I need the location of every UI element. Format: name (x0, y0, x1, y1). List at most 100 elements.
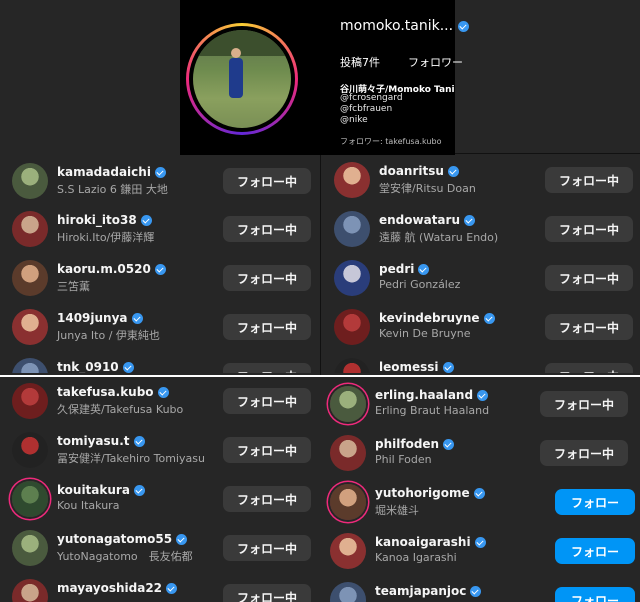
following-button[interactable]: フォロー中 (540, 391, 628, 417)
username[interactable]: mayayoshida22 (57, 581, 178, 595)
follow-button[interactable]: フォロー (555, 538, 635, 564)
list-item[interactable]: philfoden Phil Foden フォロー中 (318, 429, 640, 478)
list-item[interactable]: doanritsu 堂安律/Ritsu Doan フォロー中 (322, 156, 640, 205)
list-item[interactable]: kouitakura Kou Itakura フォロー中 (0, 475, 320, 524)
following-button[interactable]: フォロー中 (223, 584, 311, 602)
avatar[interactable] (12, 211, 48, 247)
avatar[interactable] (334, 211, 370, 247)
avatar[interactable] (334, 309, 370, 345)
avatar[interactable] (12, 163, 48, 199)
list-item[interactable]: pedri Pedri González フォロー中 (322, 254, 640, 303)
list-item[interactable]: erling.haaland Erling Braut Haaland フォロー中 (318, 380, 640, 429)
following-list-bottom-right: erling.haaland Erling Braut Haaland フォロー中 p… (318, 377, 640, 602)
following-button[interactable]: フォロー中 (545, 167, 633, 193)
avatar[interactable] (12, 579, 48, 602)
verified-icon (157, 387, 169, 398)
avatar[interactable] (12, 432, 48, 468)
avatar[interactable] (330, 435, 366, 471)
avatar[interactable] (12, 309, 48, 345)
following-button[interactable]: フォロー中 (540, 440, 628, 466)
list-item[interactable]: yutonagatomo55 YutoNagatomo 長友佑都 フォロー中 (0, 524, 320, 573)
username[interactable]: yutonagatomo55 (57, 532, 188, 546)
bio-link[interactable]: @fcrosengard (340, 93, 403, 103)
full-name: 堂安律/Ritsu Doan (379, 182, 476, 195)
avatar[interactable] (330, 484, 366, 520)
posts-count[interactable]: 投稿7件 (340, 54, 380, 70)
following-button[interactable]: フォロー中 (545, 314, 633, 340)
list-item[interactable]: teamjapanjoc フォロー (318, 576, 640, 602)
username[interactable]: tomiyasu.t (57, 434, 145, 448)
list-item[interactable]: tomiyasu.t 冨安健洋/Takehiro Tomiyasu フォロー中 (0, 426, 320, 475)
full-name: Kou Itakura (57, 499, 120, 512)
verified-icon (133, 436, 145, 447)
verified-icon (166, 583, 178, 594)
following-list-top-left: kamadadaichi S.S Lazio 6 鎌田 大地 フォロー中 hiroki… (0, 155, 320, 373)
username[interactable]: hiroki_ito38 (57, 213, 152, 227)
username[interactable]: yutohorigome (375, 486, 485, 500)
bio-link[interactable]: @fcbfrauen (340, 104, 392, 114)
verified-icon (477, 390, 489, 401)
following-button[interactable]: フォロー中 (223, 437, 311, 463)
follow-button[interactable]: フォロー (555, 587, 635, 602)
list-item[interactable]: hiroki_ito38 Hiroki.Ito/伊藤洋輝 フォロー中 (0, 205, 320, 254)
list-item[interactable]: kevindebruyne Kevin De Bruyne フォロー中 (322, 303, 640, 352)
list-item[interactable]: tnk_0910 フォロー中 (0, 352, 320, 373)
followers-count[interactable]: フォロワー (408, 54, 463, 70)
following-button[interactable]: フォロー中 (223, 363, 311, 373)
bio-link[interactable]: @nike (340, 115, 368, 125)
username[interactable]: teamjapanjoc (375, 584, 482, 598)
avatar[interactable] (334, 162, 370, 198)
following-button[interactable]: フォロー中 (545, 216, 633, 242)
avatar[interactable] (12, 530, 48, 566)
list-item[interactable]: endowataru 遠藤 航 (Wataru Endo) フォロー中 (322, 205, 640, 254)
full-name: S.S Lazio 6 鎌田 大地 (57, 183, 168, 196)
list-item[interactable]: 1409junya Junya Ito / 伊東純也 フォロー中 (0, 303, 320, 352)
following-button[interactable]: フォロー中 (223, 265, 311, 291)
username[interactable]: tnk_0910 (57, 360, 134, 373)
following-button[interactable]: フォロー中 (223, 314, 311, 340)
list-item[interactable]: leomessi フォロー中 (322, 352, 640, 373)
list-item[interactable]: kamadadaichi S.S Lazio 6 鎌田 大地 フォロー中 (0, 157, 320, 206)
following-button[interactable]: フォロー中 (223, 388, 311, 414)
avatar-photo-icon (12, 260, 48, 296)
full-name: 冨安健洋/Takehiro Tomiyasu (57, 452, 205, 465)
list-item[interactable]: takefusa.kubo 久保建英/Takefusa Kubo フォロー中 (0, 377, 320, 426)
full-name: 堀米雄斗 (375, 504, 419, 517)
follow-button[interactable]: フォロー (555, 489, 635, 515)
verified-icon (133, 485, 145, 496)
avatar[interactable] (330, 533, 366, 569)
avatar[interactable] (12, 481, 48, 517)
username[interactable]: kouitakura (57, 483, 145, 497)
username[interactable]: leomessi (379, 360, 454, 373)
username[interactable]: erling.haaland (375, 388, 489, 402)
username[interactable]: pedri (379, 262, 430, 276)
following-button[interactable]: フォロー中 (545, 363, 633, 373)
avatar[interactable] (330, 386, 366, 422)
avatar[interactable] (12, 260, 48, 296)
list-item[interactable]: mayayoshida22 フォロー中 (0, 573, 320, 602)
list-item[interactable]: yutohorigome 堀米雄斗 フォロー (318, 478, 640, 527)
avatar[interactable] (334, 358, 370, 373)
avatar[interactable] (12, 358, 48, 373)
username[interactable]: takefusa.kubo (57, 385, 169, 399)
username[interactable]: doanritsu (379, 164, 459, 178)
avatar[interactable] (330, 582, 366, 602)
username[interactable]: philfoden (375, 437, 455, 451)
list-item[interactable]: kaoru.m.0520 三笘薫 フォロー中 (0, 254, 320, 303)
username[interactable]: kevindebruyne (379, 311, 495, 325)
list-item[interactable]: kanoaigarashi Kanoa Igarashi フォロー (318, 527, 640, 576)
avatar[interactable] (12, 383, 48, 419)
following-button[interactable]: フォロー中 (223, 168, 311, 194)
profile-avatar-story-ring[interactable] (186, 23, 298, 135)
username[interactable]: kaoru.m.0520 (57, 262, 166, 276)
avatar[interactable] (334, 260, 370, 296)
following-button[interactable]: フォロー中 (223, 535, 311, 561)
username[interactable]: kanoaigarashi (375, 535, 486, 549)
username[interactable]: kamadadaichi (57, 165, 166, 179)
following-button[interactable]: フォロー中 (545, 265, 633, 291)
full-name: Pedri González (379, 278, 461, 291)
following-button[interactable]: フォロー中 (223, 486, 311, 512)
username[interactable]: endowataru (379, 213, 475, 227)
following-button[interactable]: フォロー中 (223, 216, 311, 242)
username[interactable]: 1409junya (57, 311, 143, 325)
